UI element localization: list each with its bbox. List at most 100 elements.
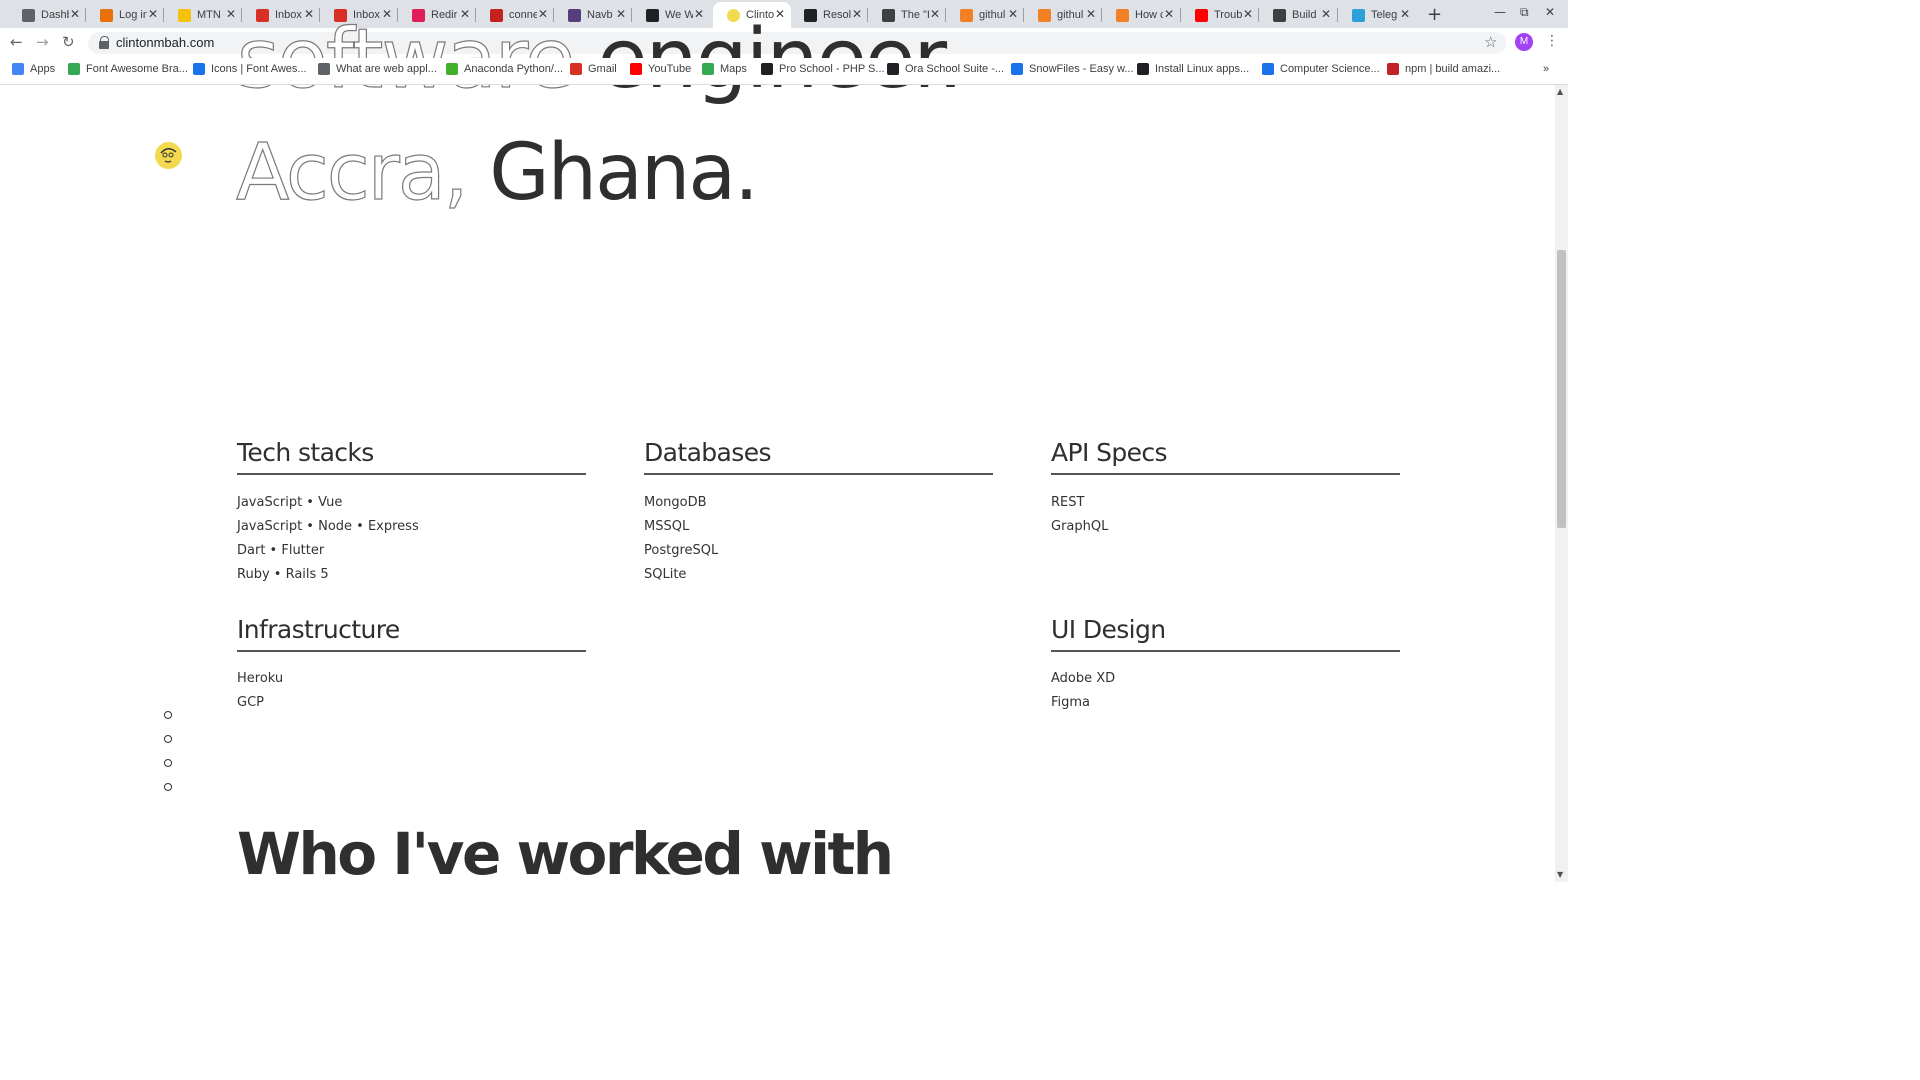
tab-2[interactable]: Log in ✕ [86, 2, 164, 28]
bookmark-9[interactable]: Pro School - PHP S... [761, 63, 885, 75]
bookmark-label: npm | build amazi... [1405, 63, 1501, 75]
site-logo[interactable] [155, 142, 182, 169]
tab-14[interactable]: githul ✕ [1024, 2, 1102, 28]
tab-18[interactable]: Teleg ✕ [1338, 2, 1416, 28]
tab-title: githul [1057, 9, 1084, 21]
bookmark-label: Gmail [588, 63, 617, 75]
url-text[interactable]: clintonmbah.com [116, 35, 214, 50]
tab-close-icon[interactable]: ✕ [1243, 7, 1253, 21]
bookmark-7[interactable]: YouTube [630, 63, 691, 75]
profile-avatar[interactable]: M [1515, 33, 1533, 51]
bookmark-3[interactable]: Icons | Font Awes... [193, 63, 307, 75]
tab-3[interactable]: MTN ✕ [164, 2, 242, 28]
forward-icon[interactable]: → [36, 33, 49, 51]
tech-item: Ruby • Rails 5 [237, 567, 329, 582]
tab-15[interactable]: How c ✕ [1102, 2, 1180, 28]
tab-17[interactable]: Build ✕ [1259, 2, 1337, 28]
bookmark-5[interactable]: Anaconda Python/... [446, 63, 563, 75]
bookmark-2[interactable]: Font Awesome Bra... [68, 63, 188, 75]
scroll-up-icon[interactable]: ▲ [1557, 87, 1563, 96]
section-nav-dot-2[interactable] [164, 735, 172, 743]
databases-item: MongoDB [644, 495, 707, 510]
who-ive-worked-with-heading: Who I've worked with [237, 820, 894, 888]
tab-close-icon[interactable]: ✕ [1164, 7, 1174, 21]
bookmark-icon [318, 63, 330, 75]
tech-item: JavaScript • Node • Express [237, 519, 419, 534]
bookmark-label: Font Awesome Bra... [86, 63, 188, 75]
hero-line-1: software engineer. [236, 11, 963, 107]
infra-item: GCP [237, 695, 264, 710]
tab-close-icon[interactable]: ✕ [1008, 7, 1018, 21]
tab-title: Log in [119, 9, 147, 21]
bookmark-label: Install Linux apps... [1155, 63, 1250, 75]
tab-title: githul [979, 9, 1006, 21]
section-nav-dot-3[interactable] [164, 759, 172, 767]
tab-close-icon[interactable]: ✕ [70, 7, 80, 21]
hero-outline-word-2: Accra, [235, 127, 469, 218]
api-item: REST [1051, 495, 1085, 510]
hero-solid-word-2: Ghana. [489, 128, 759, 218]
bookmark-icon [702, 63, 714, 75]
bookmark-icon [446, 63, 458, 75]
tab-close-icon[interactable]: ✕ [148, 7, 158, 21]
tech-stacks-title: Tech stacks [237, 438, 374, 467]
tab-favicon-icon [22, 8, 35, 22]
bookmark-icon [68, 63, 80, 75]
bookmark-11[interactable]: SnowFiles - Easy w... [1011, 63, 1134, 75]
restore-icon[interactable]: ⧉ [1520, 5, 1529, 20]
bookmark-icon [12, 63, 24, 75]
api-item: GraphQL [1051, 519, 1109, 534]
api-specs-divider [1051, 473, 1400, 475]
tab-title: Dashb [41, 9, 69, 21]
bookmark-10[interactable]: Ora School Suite -... [887, 63, 1004, 75]
bookmark-label: Apps [30, 63, 56, 75]
databases-item: PostgreSQL [644, 543, 719, 558]
tab-16[interactable]: Troub ✕ [1181, 2, 1259, 28]
databases-divider [644, 473, 993, 475]
bookmark-icon [193, 63, 205, 75]
bookmark-14[interactable]: npm | build amazi... [1387, 63, 1500, 75]
ui-item: Adobe XD [1051, 671, 1116, 686]
ui-design-divider [1051, 650, 1400, 652]
ui-item: Figma [1051, 695, 1091, 710]
tab-close-icon[interactable]: ✕ [226, 7, 236, 21]
scroll-down-icon[interactable]: ▼ [1557, 870, 1563, 879]
tech-item: JavaScript • Vue [237, 495, 343, 510]
infrastructure-divider [237, 650, 586, 652]
tab-title: Troub [1214, 9, 1242, 21]
reload-icon[interactable]: ↻ [62, 33, 75, 51]
tab-favicon-icon [1352, 8, 1365, 22]
back-icon[interactable]: ← [10, 33, 23, 51]
tab-1[interactable]: Dashb✕ [8, 2, 86, 28]
section-nav-dot-1[interactable] [164, 711, 172, 719]
close-window-icon[interactable]: ✕ [1545, 5, 1555, 19]
bookmark-icon [1262, 63, 1274, 75]
more-bookmarks-icon-2[interactable]: » [1543, 63, 1549, 75]
hero-line-2: Accra, Ghana. [235, 127, 759, 218]
bookmark-icon [570, 63, 582, 75]
tab-close-icon[interactable]: ✕ [1400, 7, 1410, 21]
new-tab-button[interactable]: + [1427, 4, 1442, 25]
bookmark-1[interactable]: Apps [12, 63, 55, 75]
bookmark-star-icon[interactable]: ☆ [1484, 33, 1497, 51]
scrollbar-thumb[interactable] [1557, 250, 1566, 528]
bookmark-6[interactable]: Gmail [570, 63, 617, 75]
bookmark-icon [1387, 63, 1399, 75]
browser-menu-icon[interactable]: ⋮ [1545, 33, 1559, 49]
bookmark-label: Pro School - PHP S... [779, 63, 885, 75]
bookmark-label: Computer Science... [1280, 63, 1380, 75]
tab-favicon-icon [100, 8, 113, 22]
tab-close-icon[interactable]: ✕ [1086, 7, 1096, 21]
infrastructure-title: Infrastructure [237, 615, 400, 644]
bookmark-4[interactable]: What are web appl... [318, 63, 437, 75]
tech-item: Dart • Flutter [237, 543, 325, 558]
section-nav-dot-4[interactable] [164, 783, 172, 791]
bookmark-8[interactable]: Maps [702, 63, 747, 75]
tech-stacks-divider [237, 473, 586, 475]
bookmark-13[interactable]: Computer Science... [1262, 63, 1380, 75]
tab-favicon-icon [178, 8, 191, 22]
minimize-icon[interactable]: — [1494, 5, 1506, 19]
bookmark-12[interactable]: Install Linux apps... [1137, 63, 1249, 75]
bookmark-label: YouTube [648, 63, 692, 75]
tab-close-icon[interactable]: ✕ [1321, 7, 1331, 21]
